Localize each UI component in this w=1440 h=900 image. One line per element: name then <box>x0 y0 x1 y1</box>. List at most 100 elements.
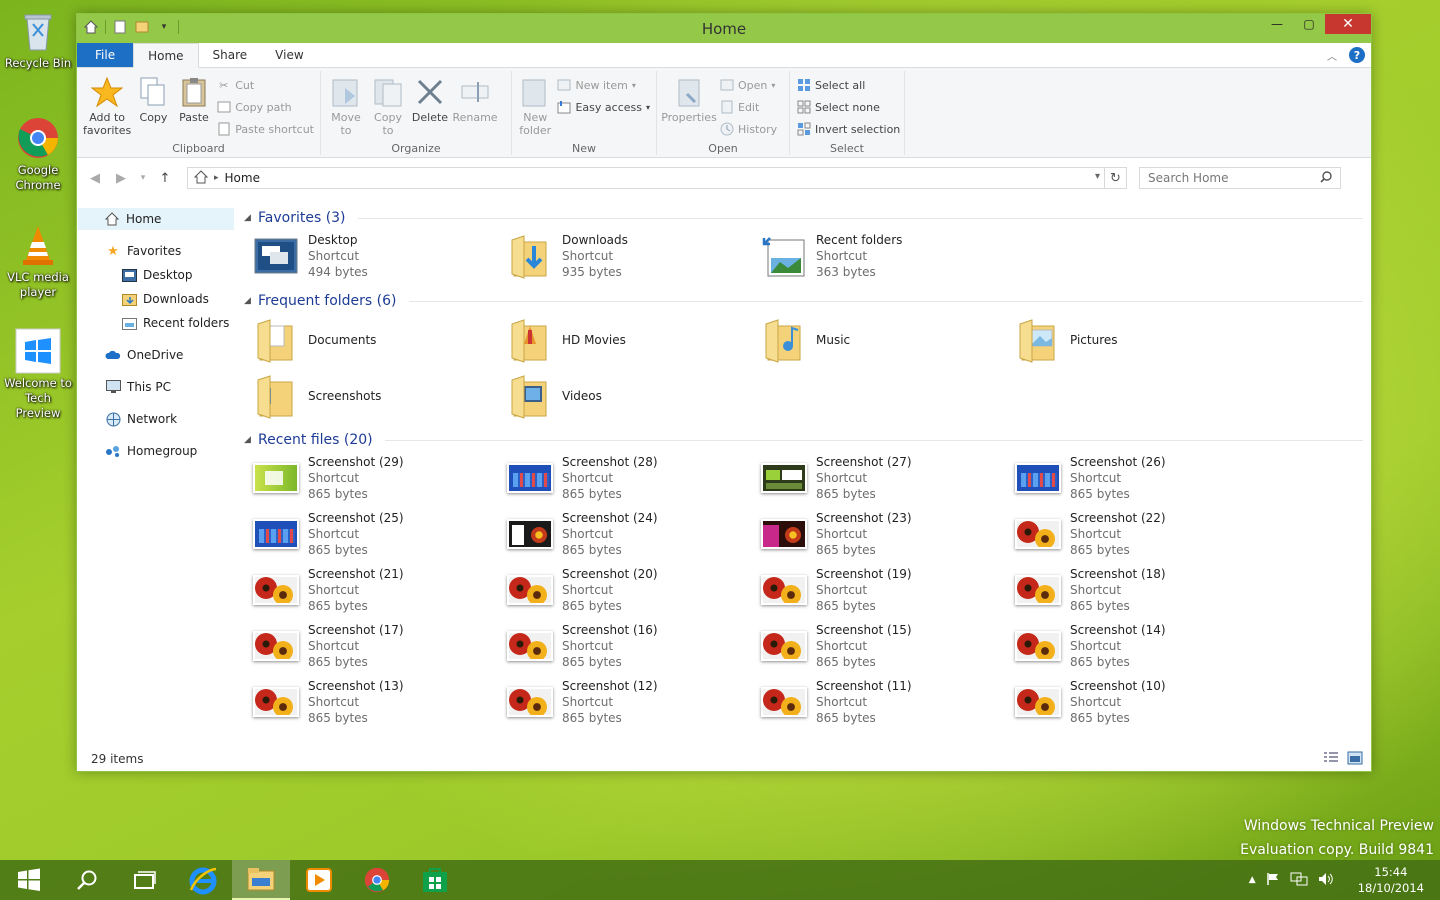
start-button[interactable] <box>0 860 58 900</box>
nav-item-favorites[interactable]: ★ Favorites <box>105 241 181 261</box>
refresh-button[interactable]: ↻ <box>1104 168 1126 188</box>
file-tile[interactable]: Screenshot (24) Shortcut 865 bytes <box>506 508 754 560</box>
file-tile[interactable]: Downloads Shortcut 935 bytes <box>506 230 754 282</box>
new-item-button[interactable]: New item ▾ <box>556 77 650 93</box>
tiles-view-icon[interactable] <box>1347 751 1363 768</box>
file-tile[interactable]: Screenshot (27) Shortcut 865 bytes <box>760 452 1008 504</box>
invert-selection-button[interactable]: Invert selection <box>796 121 900 137</box>
file-tile[interactable]: Screenshot (18) Shortcut 865 bytes <box>1014 564 1262 616</box>
desktop-icon-vlc[interactable]: VLC media player <box>2 222 74 300</box>
file-tile[interactable]: Screenshot (20) Shortcut 865 bytes <box>506 564 754 616</box>
minimize-button[interactable]: — <box>1261 14 1293 34</box>
address-bar[interactable]: ▸ Home ▾ ↻ <box>187 167 1127 189</box>
network-tray-icon[interactable] <box>1290 872 1308 889</box>
file-tile[interactable]: Music <box>760 314 1008 366</box>
nav-item-home[interactable]: Home <box>78 208 234 230</box>
window-controls: — ▢ ✕ <box>1261 14 1371 34</box>
file-tile[interactable]: Screenshots <box>252 370 500 422</box>
ribbon: Add to favorites Copy Paste ✂ Cut Copy pa… <box>77 68 1371 158</box>
nav-item-this-pc[interactable]: This PC <box>105 377 171 397</box>
thumbnail-image <box>761 575 807 605</box>
recent-locations-button[interactable]: ▾ <box>137 168 149 188</box>
clock[interactable]: 15:44 18/10/2014 <box>1358 864 1424 896</box>
file-tile[interactable]: Screenshot (21) Shortcut 865 bytes <box>252 564 500 616</box>
history-button[interactable]: History <box>719 121 777 137</box>
file-tile[interactable]: Screenshot (10) Shortcut 865 bytes <box>1014 676 1262 728</box>
desktop-icon-chrome[interactable]: Google Chrome <box>2 115 74 193</box>
search-input[interactable]: Search Home <box>1139 167 1341 189</box>
easy-access-button[interactable]: Easy access ▾ <box>556 99 650 115</box>
close-button[interactable]: ✕ <box>1325 14 1371 34</box>
file-tile[interactable]: Desktop Shortcut 494 bytes <box>252 230 500 282</box>
file-tile[interactable]: Screenshot (12) Shortcut 865 bytes <box>506 676 754 728</box>
file-tile[interactable]: Screenshot (26) Shortcut 865 bytes <box>1014 452 1262 504</box>
file-tile[interactable]: Screenshot (15) Shortcut 865 bytes <box>760 620 1008 672</box>
vlc-cone-icon <box>15 222 61 268</box>
open-button[interactable]: Open ▾ <box>719 77 777 93</box>
file-tile[interactable]: Screenshot (14) Shortcut 865 bytes <box>1014 620 1262 672</box>
paste-shortcut-button[interactable]: Paste shortcut <box>216 121 314 137</box>
file-tile[interactable]: Pictures <box>1014 314 1262 366</box>
edit-button[interactable]: Edit <box>719 99 777 115</box>
search-button[interactable] <box>58 860 116 900</box>
nav-item-network[interactable]: Network <box>105 409 177 429</box>
desktop-icon-welcome[interactable]: Welcome to Tech Preview <box>2 328 74 421</box>
forward-button[interactable]: ▶ <box>111 168 131 188</box>
file-name: Screenshot (25) <box>308 511 404 525</box>
back-button[interactable]: ◀ <box>85 168 105 188</box>
tab-home[interactable]: Home <box>133 43 199 68</box>
file-tile[interactable]: Screenshot (17) Shortcut 865 bytes <box>252 620 500 672</box>
up-button[interactable]: ↑ <box>155 168 175 188</box>
taskbar-internet-explorer[interactable] <box>174 860 232 900</box>
maximize-button[interactable]: ▢ <box>1293 14 1325 34</box>
file-tile[interactable]: Screenshot (25) Shortcut 865 bytes <box>252 508 500 560</box>
nav-item-onedrive[interactable]: OneDrive <box>105 345 183 365</box>
nav-item-recent-folders[interactable]: Recent folders <box>121 313 229 333</box>
documents-folder-icon <box>252 316 300 364</box>
tab-share[interactable]: Share <box>199 43 262 67</box>
taskbar-store[interactable] <box>406 860 464 900</box>
file-tile[interactable]: Screenshot (22) Shortcut 865 bytes <box>1014 508 1262 560</box>
taskbar-media-player[interactable] <box>290 860 348 900</box>
details-view-icon[interactable] <box>1323 751 1339 768</box>
select-all-button[interactable]: Select all <box>796 77 900 93</box>
file-tile[interactable]: Screenshot (29) Shortcut 865 bytes <box>252 452 500 504</box>
copy-path-button[interactable]: Copy path <box>216 99 314 115</box>
title-bar[interactable]: ▾ Home — ▢ ✕ <box>77 14 1371 43</box>
file-tile[interactable]: Screenshot (19) Shortcut 865 bytes <box>760 564 1008 616</box>
action-center-flag-icon[interactable] <box>1266 872 1280 889</box>
search-icon[interactable] <box>1320 170 1332 186</box>
tab-view[interactable]: View <box>261 43 317 67</box>
thumbnail-image <box>507 575 553 605</box>
file-tile[interactable]: Screenshot (23) Shortcut 865 bytes <box>760 508 1008 560</box>
breadcrumb[interactable]: Home <box>225 171 260 185</box>
nav-item-desktop[interactable]: Desktop <box>121 265 193 285</box>
section-header-frequent[interactable]: ◢ Frequent folders (6) <box>244 291 1363 311</box>
chevron-down-icon[interactable]: ▾ <box>1095 171 1100 182</box>
tab-file[interactable]: File <box>77 43 134 67</box>
chevron-right-icon[interactable]: ▸ <box>214 173 219 183</box>
select-none-button[interactable]: Select none <box>796 99 900 115</box>
file-tile[interactable]: Documents <box>252 314 500 366</box>
file-tile[interactable]: Screenshot (13) Shortcut 865 bytes <box>252 676 500 728</box>
file-tile[interactable]: Screenshot (16) Shortcut 865 bytes <box>506 620 754 672</box>
file-tile[interactable]: Videos <box>506 370 754 422</box>
file-tile[interactable]: Screenshot (11) Shortcut 865 bytes <box>760 676 1008 728</box>
taskbar-chrome[interactable] <box>348 860 406 900</box>
help-icon[interactable]: ? <box>1349 47 1365 63</box>
section-header-favorites[interactable]: ◢ Favorites (3) <box>244 208 1363 228</box>
desktop-icon-recycle-bin[interactable]: Recycle Bin <box>2 8 74 71</box>
cut-button[interactable]: ✂ Cut <box>216 77 314 93</box>
nav-item-homegroup[interactable]: Homegroup <box>105 441 197 461</box>
file-tile[interactable]: HD Movies <box>506 314 754 366</box>
task-view-button[interactable] <box>116 860 174 900</box>
file-tile[interactable]: Screenshot (28) Shortcut 865 bytes <box>506 452 754 504</box>
collapse-ribbon-icon[interactable]: ︿ <box>1327 48 1337 63</box>
show-hidden-icons-icon[interactable]: ▲ <box>1249 875 1256 885</box>
taskbar-file-explorer[interactable] <box>232 860 290 900</box>
file-tile[interactable]: Recent folders Shortcut 363 bytes <box>760 230 1008 282</box>
nav-item-downloads[interactable]: Downloads <box>121 289 209 309</box>
section-header-recent[interactable]: ◢ Recent files (20) <box>244 430 1363 450</box>
volume-icon[interactable] <box>1318 872 1334 889</box>
thumbnail-image <box>1015 687 1061 717</box>
